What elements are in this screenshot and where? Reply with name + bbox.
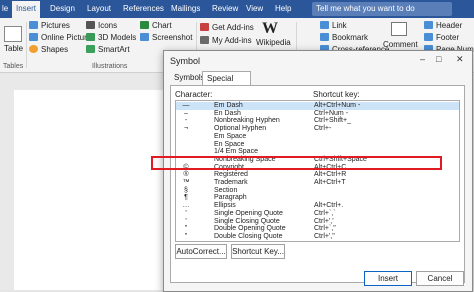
special-characters-list[interactable]: — Em Dash Alt+Ctrl+Num - – En Dash Ctrl+Num -…: [175, 100, 460, 242]
header-button[interactable]: Header: [424, 21, 462, 30]
comment-button[interactable]: Comment: [383, 40, 418, 49]
tab-special-characters[interactable]: Special Characters: [202, 71, 252, 96]
tab-references[interactable]: References: [123, 4, 164, 13]
get-addins-button[interactable]: Get Add-ins: [200, 23, 254, 32]
character-glyph: ": [184, 232, 188, 240]
comment-icon: [391, 22, 407, 36]
bookmark-button[interactable]: Bookmark: [320, 33, 368, 42]
link-label: Link: [332, 21, 347, 30]
3d-models-label: 3D Models: [98, 33, 137, 42]
get-addins-label: Get Add-ins: [212, 23, 254, 32]
bookmark-icon: [320, 33, 329, 41]
wikipedia-icon: W: [262, 20, 278, 37]
character-label: Character:: [175, 90, 213, 99]
chart-button[interactable]: Chart: [140, 21, 172, 30]
link-icon: [320, 21, 329, 29]
table-icon: [4, 26, 22, 42]
tab-help[interactable]: Help: [275, 4, 291, 13]
maximize-icon[interactable]: □: [436, 54, 441, 64]
tables-group-label: Tables: [3, 63, 24, 70]
dialog-title: Symbol: [170, 56, 201, 66]
screenshot-label: Screenshot: [152, 33, 193, 42]
icons-label: Icons: [98, 21, 118, 30]
shapes-label: Shapes: [41, 45, 69, 54]
shortcut-key: Ctrl+',": [314, 232, 335, 240]
shortcut-key-button[interactable]: Shortcut Key...: [231, 244, 285, 259]
icons-icon: [86, 21, 95, 29]
chart-icon: [140, 21, 149, 29]
tab-insert[interactable]: Insert: [12, 1, 41, 18]
header-label: Header: [436, 21, 463, 30]
pictures-label: Pictures: [41, 21, 70, 30]
pictures-icon: [29, 21, 38, 29]
symbol-dialog: Symbol – □ ✕ Symbols Special Characters …: [163, 50, 473, 292]
tab-view[interactable]: View: [246, 4, 263, 13]
my-addins-label: My Add-ins: [212, 36, 252, 45]
tab-design[interactable]: Design: [50, 4, 75, 13]
shapes-icon: [29, 45, 38, 53]
list-item[interactable]: " Double Closing Quote Ctrl+',": [176, 233, 459, 241]
tab-mailings[interactable]: Mailings: [171, 4, 200, 13]
insert-button[interactable]: Insert: [364, 271, 412, 286]
shapes-button[interactable]: Shapes: [29, 45, 68, 54]
character-name: Double Closing Quote: [214, 232, 283, 240]
footer-label: Footer: [436, 33, 460, 42]
table-button[interactable]: Table: [4, 44, 23, 53]
close-icon[interactable]: ✕: [456, 54, 464, 65]
search-input[interactable]: Tell me what you want to do: [312, 2, 452, 16]
link-button[interactable]: Link: [320, 21, 347, 30]
3d-models-button[interactable]: 3D Models: [86, 33, 136, 42]
wikipedia-button[interactable]: Wikipedia: [256, 38, 291, 47]
chart-label: Chart: [152, 21, 172, 30]
tab-file[interactable]: le: [2, 4, 8, 13]
store-icon: [200, 23, 209, 31]
shortcut-key-label: Shortcut key:: [313, 90, 360, 99]
illustrations-group-label: Illustrations: [92, 63, 128, 70]
special-characters-panel: Character: Shortcut key: — Em Dash Alt+Ctr…: [170, 85, 465, 283]
divider: [26, 22, 27, 68]
autocorrect-button[interactable]: AutoCorrect...: [175, 244, 227, 259]
search-placeholder: Tell me what you want to do: [316, 4, 415, 13]
screenshot-icon: [140, 33, 149, 41]
document-page[interactable]: [14, 90, 164, 290]
smartart-icon: [86, 45, 95, 53]
my-addins-button[interactable]: My Add-ins: [200, 36, 252, 45]
menu-bar: le Insert Design Layout References Maili…: [0, 0, 474, 18]
tab-review[interactable]: Review: [212, 4, 238, 13]
footer-button[interactable]: Footer: [424, 33, 459, 42]
smartart-button[interactable]: SmartArt: [86, 45, 130, 54]
highlight-box: [151, 156, 442, 170]
smartart-label: SmartArt: [98, 45, 130, 54]
header-icon: [424, 21, 433, 29]
pictures-button[interactable]: Pictures: [29, 21, 70, 30]
cube-icon: [86, 33, 95, 41]
screenshot-button[interactable]: Screenshot: [140, 33, 192, 42]
tab-layout[interactable]: Layout: [87, 4, 111, 13]
footer-icon: [424, 33, 433, 41]
online-pictures-icon: [29, 33, 38, 41]
bookmark-label: Bookmark: [332, 33, 369, 42]
addins-icon: [200, 36, 209, 44]
cancel-button[interactable]: Cancel: [416, 271, 464, 286]
icons-button[interactable]: Icons: [86, 21, 117, 30]
minimize-icon[interactable]: –: [420, 54, 425, 64]
